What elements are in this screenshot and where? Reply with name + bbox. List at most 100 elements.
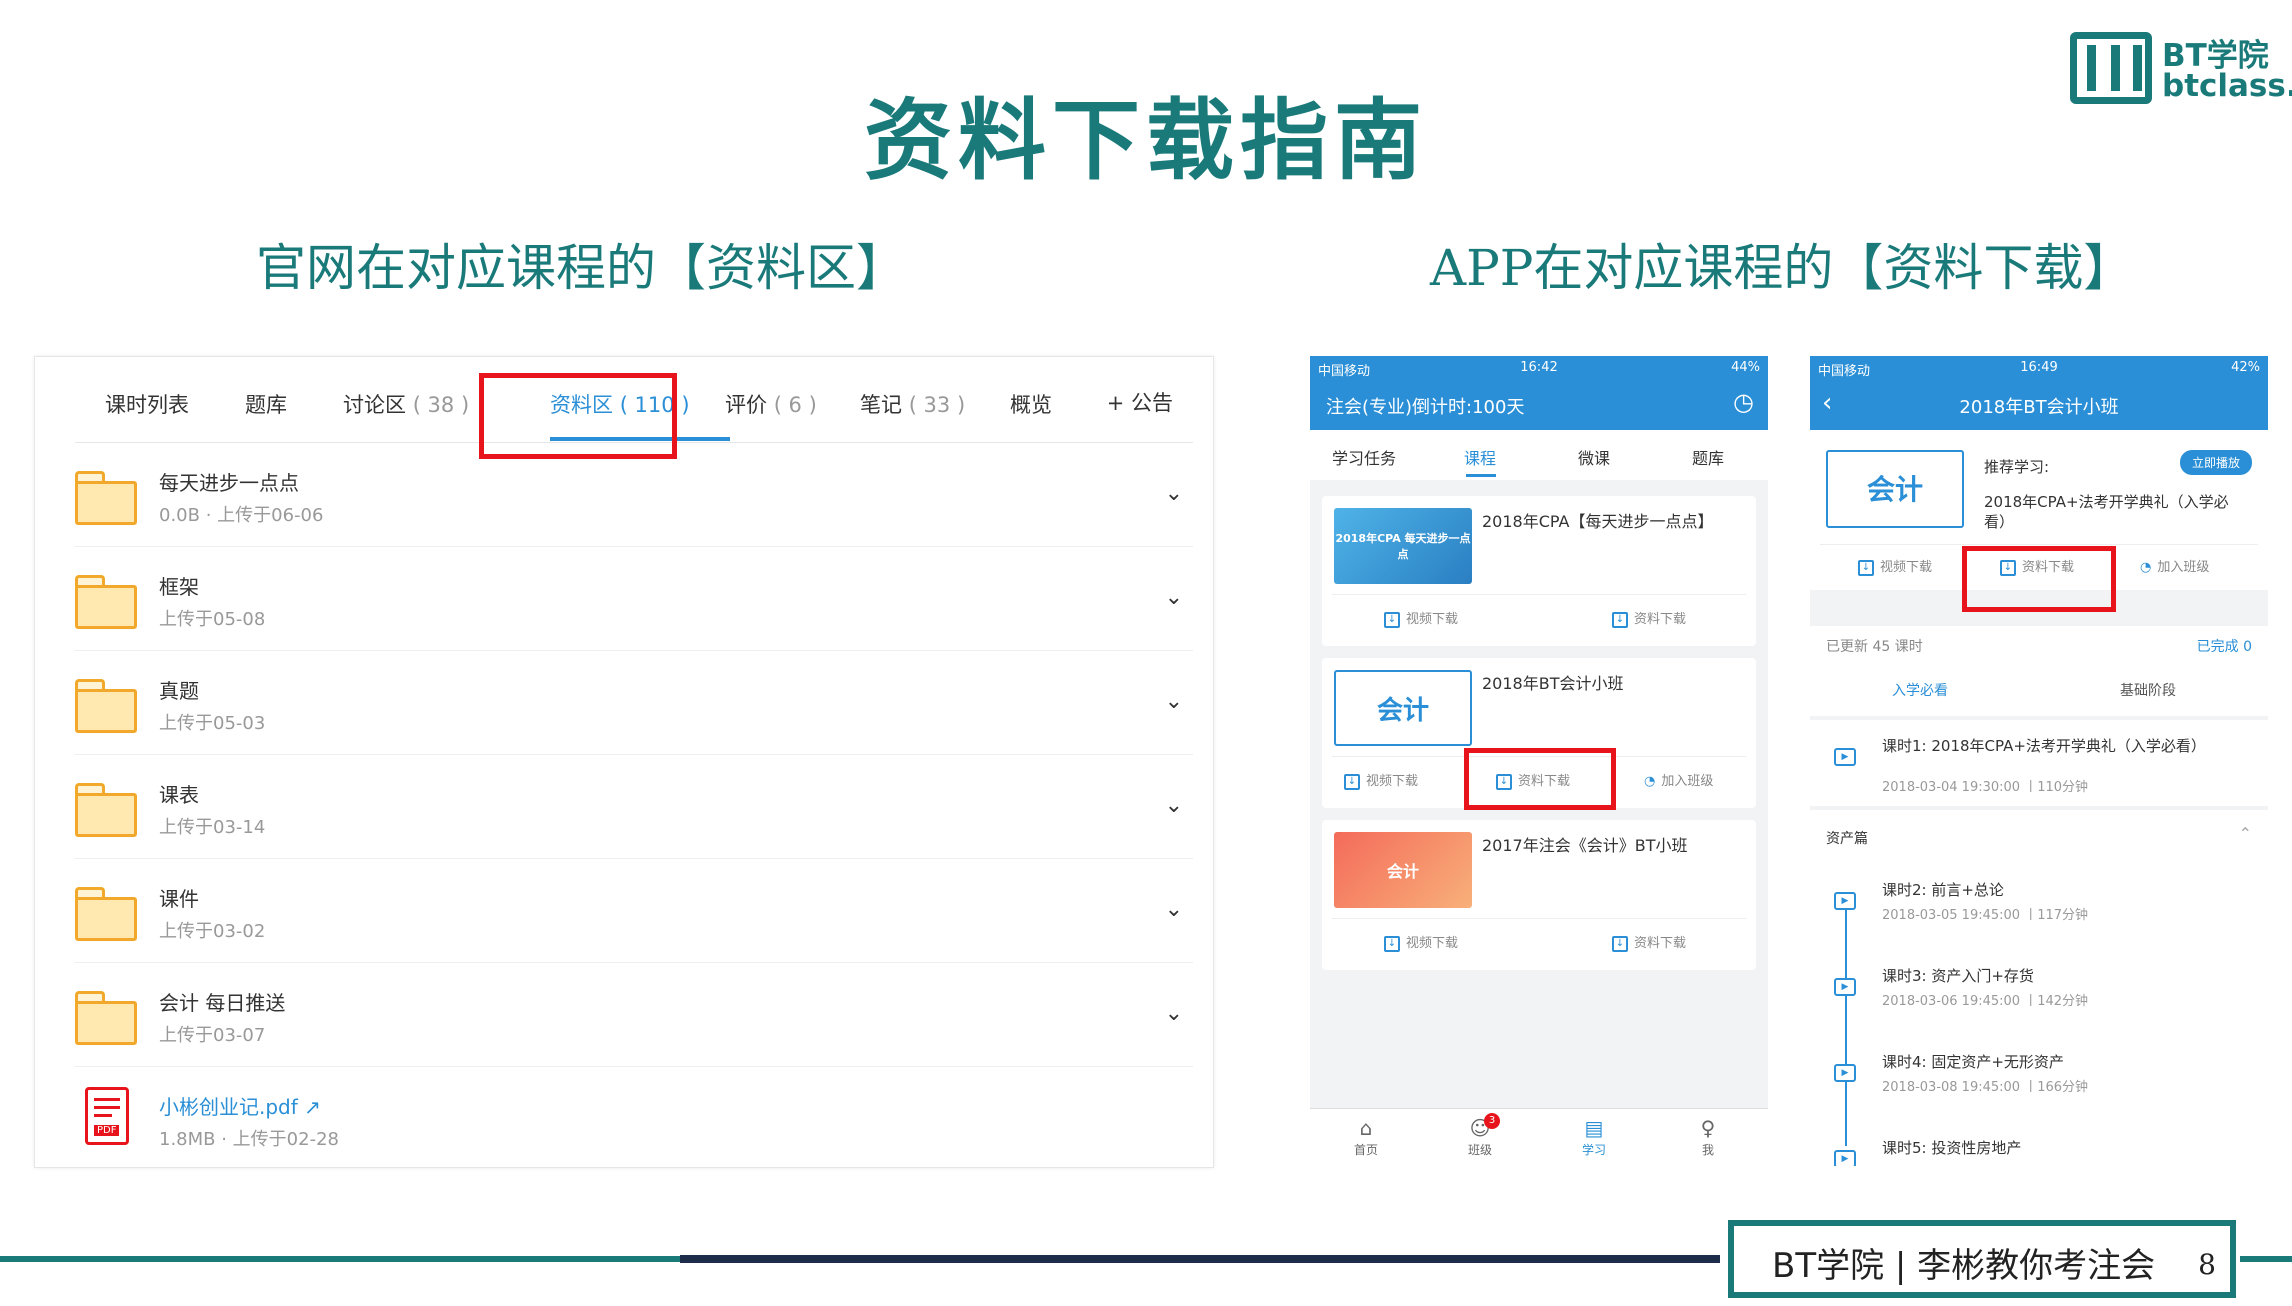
tab-question-bank[interactable]: 题库 <box>1692 445 1724 469</box>
tab-courses[interactable]: 课程 <box>1464 445 1496 469</box>
bottom-nav: ⌂ 首页 ☺ 班级 3 ▤ 学习 ♀ 我 <box>1310 1108 1768 1166</box>
course-card[interactable]: 2018年CPA 每天进步一点点 2018年CPA【每天进步一点点】 ↓ 视频下载… <box>1322 496 1756 646</box>
nav-bar: 注会(专业)倒计时:100天 ◷ <box>1310 380 1768 430</box>
tab-micro-lessons[interactable]: 微课 <box>1578 445 1610 469</box>
recommend-label: 推荐学习: <box>1984 458 2050 476</box>
footer-rule <box>0 1256 680 1262</box>
folder-meta: 上传于05-08 <box>159 609 266 630</box>
class-thumbnail: 会计 <box>1826 450 1964 528</box>
battery: 42% <box>2231 360 2260 375</box>
recommend-title: 2018年CPA+法考开学典礼（入学必看） <box>1984 493 2229 531</box>
chevron-down-icon[interactable]: ⌄ <box>1165 585 1183 610</box>
folder-icon <box>75 471 139 525</box>
chevron-down-icon[interactable]: ⌄ <box>1165 793 1183 818</box>
file-link[interactable]: 小彬创业记.pdf ↗ <box>159 1091 321 1120</box>
footer-text: BT学院 | 李彬教你考注会 <box>1772 1246 2156 1286</box>
lesson-item[interactable]: ▶ 课时1: 2018年CPA+法考开学典礼（入学必看） 2018-03-04 … <box>1810 720 2268 806</box>
app-screenshot-class: 中国移动 16:49 42% ‹ 2018年BT会计小班 会计 推荐学习: 立即… <box>1810 356 2268 1166</box>
tab-lesson-list[interactable]: 课时列表 <box>105 389 189 419</box>
folder-row[interactable]: 课件 上传于03-02 ⌄ <box>75 859 1193 963</box>
folder-icon <box>75 991 139 1045</box>
video-icon: ▶ <box>1834 978 1856 996</box>
video-icon: ▶ <box>1834 892 1856 910</box>
video-download-button[interactable]: ↓ 视频下载 <box>1384 608 1458 628</box>
slide-title: 资料下载指南 <box>863 89 1428 192</box>
video-download-button[interactable]: ↓ 视频下载 <box>1344 770 1418 790</box>
file-meta: 1.8MB · 上传于02-28 <box>159 1129 339 1150</box>
lesson-list: ▶ 课时2: 前言+总论 2018-03-05 19:45:00 丨117分钟 … <box>1810 864 2268 1166</box>
folder-row[interactable]: 真题 上传于05-03 ⌄ <box>75 651 1193 755</box>
subtitle-website: 官网在对应课程的【资料区】 <box>256 239 906 297</box>
lesson-item[interactable]: ▶ 课时5: 投资性房地产 <box>1810 1122 2268 1166</box>
folder-meta: 上传于03-14 <box>159 817 266 838</box>
lesson-title: 课时3: 资产入门+存货 <box>1882 967 2034 985</box>
join-class-button[interactable]: ◔ 加入班级 <box>1644 770 1713 789</box>
nav-study[interactable]: ▤ 学习 <box>1564 1115 1624 1158</box>
logo-domain: btclass.cn <box>2162 68 2292 104</box>
tab-notes[interactable]: 笔记 ( 33 ) <box>860 389 965 419</box>
status-bar: 中国移动 16:42 44% <box>1310 356 1768 380</box>
video-download-button[interactable]: ↓ 视频下载 <box>1384 932 1458 952</box>
section-title: 资产篇 <box>1826 831 1868 847</box>
chevron-down-icon[interactable]: ⌄ <box>1165 481 1183 506</box>
lesson-item[interactable]: ▶ 课时2: 前言+总论 2018-03-05 19:45:00 丨117分钟 <box>1810 864 2268 950</box>
lesson-meta: 2018-03-05 19:45:00 丨117分钟 <box>1882 908 2089 923</box>
clock-icon[interactable]: ◷ <box>1733 388 1754 416</box>
join-class-button[interactable]: ◔ 加入班级 <box>2140 556 2209 575</box>
chat-icon: ◔ <box>2140 560 2152 575</box>
external-link-icon: ↗ <box>304 1095 321 1119</box>
folder-row[interactable]: 框架 上传于05-08 ⌄ <box>75 547 1193 651</box>
nav-class[interactable]: ☺ 班级 3 <box>1450 1113 1510 1158</box>
folder-meta: 上传于03-02 <box>159 921 266 942</box>
play-now-button[interactable]: 立即播放 <box>2179 450 2252 475</box>
section-header[interactable]: 资产篇 ⌃ <box>1810 810 2268 864</box>
course-thumbnail: 2018年CPA 每天进步一点点 <box>1334 508 1472 584</box>
download-icon: ↓ <box>1858 559 1874 576</box>
stage-tab-enrollment[interactable]: 入学必看 <box>1892 680 1948 700</box>
battery: 44% <box>1731 360 1760 375</box>
lesson-item[interactable]: ▶ 课时3: 资产入门+存货 2018-03-06 19:45:00 丨142分… <box>1810 950 2268 1036</box>
home-icon: ⌂ <box>1359 1116 1373 1140</box>
material-download-button[interactable]: ↓ 资料下载 <box>1612 932 1686 952</box>
stage-tab-basic[interactable]: 基础阶段 <box>2120 680 2176 700</box>
subtitle-app: APP在对应课程的【资料下载】 <box>1430 239 2134 297</box>
tab-discussion[interactable]: 讨论区 ( 38 ) <box>343 389 469 419</box>
tab-question-bank[interactable]: 题库 <box>245 389 287 419</box>
folder-row[interactable]: 课表 上传于03-14 ⌄ <box>75 755 1193 859</box>
course-thumbnail: 会计 <box>1334 670 1472 746</box>
chevron-up-icon[interactable]: ⌃ <box>2239 824 2252 843</box>
video-download-button[interactable]: ↓ 视频下载 <box>1858 556 1932 576</box>
chevron-down-icon[interactable]: ⌄ <box>1165 897 1183 922</box>
announcement-button[interactable]: + 公告 <box>1107 387 1173 417</box>
material-download-button[interactable]: ↓ 资料下载 <box>1612 608 1686 628</box>
chevron-down-icon[interactable]: ⌄ <box>1165 689 1183 714</box>
clock: 16:42 <box>1520 360 1558 375</box>
nav-bar: ‹ 2018年BT会计小班 <box>1810 380 2268 430</box>
tab-reviews[interactable]: 评价 ( 6 ) <box>725 389 817 419</box>
nav-me[interactable]: ♀ 我 <box>1678 1115 1738 1158</box>
folder-row[interactable]: 每天进步一点点 0.0B · 上传于06-06 ⌄ <box>75 443 1193 547</box>
nav-home[interactable]: ⌂ 首页 <box>1336 1115 1396 1158</box>
video-icon: ▶ <box>1834 748 1856 766</box>
class-title: 2018年BT会计小班 <box>1959 397 2119 418</box>
course-title: 2018年CPA【每天进步一点点】 <box>1482 512 1714 531</box>
folder-name: 每天进步一点点 <box>159 471 299 495</box>
file-row[interactable]: PDF 小彬创业记.pdf ↗ 1.8MB · 上传于02-28 <box>75 1067 1193 1167</box>
chat-icon: ◔ <box>1644 774 1656 789</box>
download-icon: ↓ <box>1612 611 1628 628</box>
chevron-down-icon[interactable]: ⌄ <box>1165 1001 1183 1026</box>
tab-overview[interactable]: 概览 <box>1010 389 1052 419</box>
folder-row[interactable]: 会计 每日推送 上传于03-07 ⌄ <box>75 963 1193 1067</box>
course-title: 2017年注会《会计》BT小班 <box>1482 836 1688 855</box>
lesson-item[interactable]: ▶ 课时4: 固定资产+无形资产 2018-03-08 19:45:00 丨16… <box>1810 1036 2268 1122</box>
course-card[interactable]: 会计 2017年注会《会计》BT小班 ↓ 视频下载 ↓ 资料下载 <box>1322 820 1756 970</box>
footer-rule <box>2240 1256 2292 1262</box>
folder-name: 课件 <box>159 887 199 911</box>
folder-icon <box>75 887 139 941</box>
class-icon: ☺ <box>1469 1116 1491 1140</box>
folder-name: 真题 <box>159 679 199 703</box>
app-tabs: 学习任务 课程 微课 题库 <box>1310 430 1768 480</box>
lesson-title: 课时4: 固定资产+无形资产 <box>1882 1053 2064 1071</box>
updated-count: 已更新 45 课时 <box>1826 639 1923 655</box>
tab-study-tasks[interactable]: 学习任务 <box>1332 445 1396 469</box>
